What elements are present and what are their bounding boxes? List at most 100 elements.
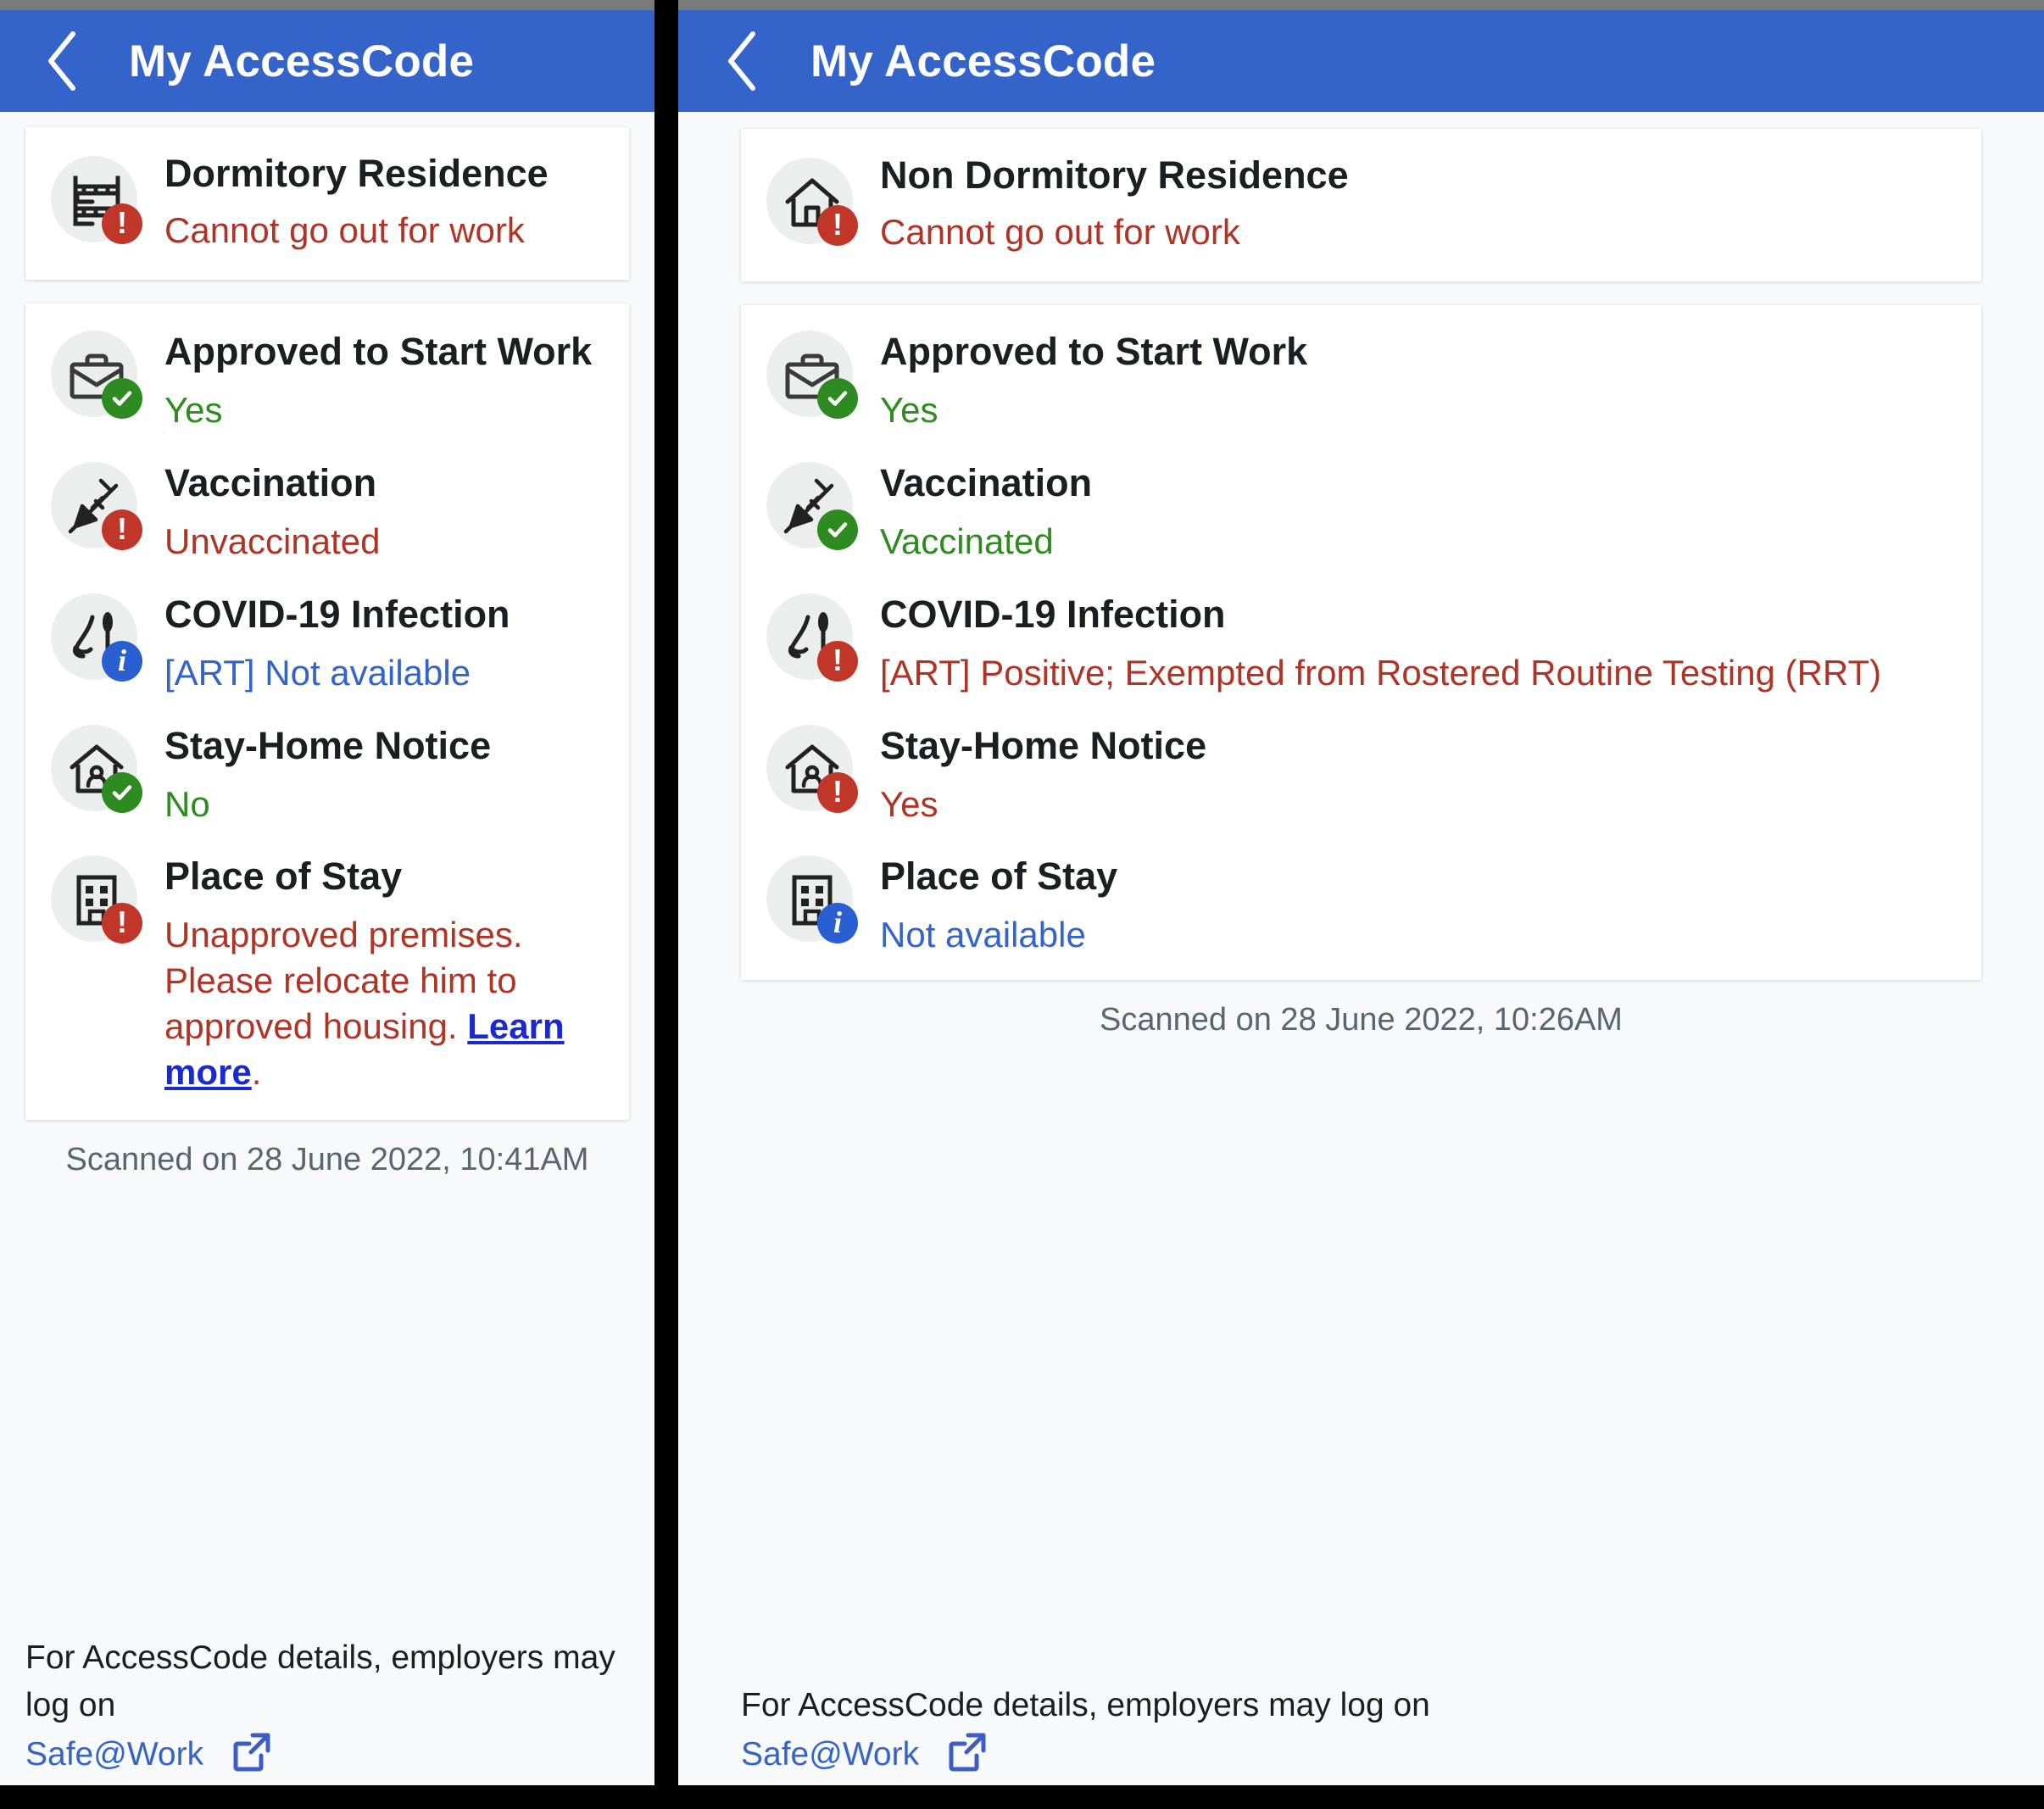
detail-row-place-of-stay: ! Place of Stay Unapproved premises. Ple…: [44, 849, 612, 1094]
residence-card: ! Non Dormitory Residence Cannot go out …: [741, 129, 1981, 281]
covid-icon-wrap: i: [44, 587, 153, 695]
footer-link-line: Safe@Work: [741, 1730, 1981, 1778]
approved-texts: Approved to Start Work Yes: [880, 324, 1964, 433]
stay-home-icon-wrap: [44, 718, 153, 827]
content-area: ! Non Dormitory Residence Cannot go out …: [678, 112, 2044, 1648]
covid-texts: COVID-19 Infection [ART] Positive; Exemp…: [880, 587, 1964, 696]
residence-title: Non Dormitory Residence: [880, 153, 1349, 197]
stay-home-texts: Stay-Home Notice Yes: [880, 718, 1964, 827]
place-of-stay-icon-wrap: i: [760, 849, 868, 957]
footer: For AccessCode details, employers may lo…: [0, 1600, 654, 1785]
page-title: My AccessCode: [810, 36, 1156, 86]
place-of-stay-texts: Place of Stay Unapproved premises. Pleas…: [164, 849, 612, 1094]
detail-value: Unvaccinated: [164, 520, 381, 561]
detail-value: Vaccinated: [880, 520, 1054, 561]
vaccination-icon-wrap: [760, 455, 868, 564]
status-badge-ok: [102, 378, 142, 419]
app-bar: My AccessCode: [678, 10, 2044, 112]
status-badge-info: i: [102, 640, 142, 682]
detail-value: [ART] Not available: [164, 652, 471, 693]
footer-link-line: Safe@Work: [25, 1730, 629, 1778]
vaccination-texts: Vaccination Vaccinated: [880, 455, 1964, 565]
detail-title: Vaccination: [164, 460, 377, 504]
residence-row: ! Non Dormitory Residence Cannot go out …: [760, 151, 1964, 259]
screenshot-divider: [654, 0, 678, 1809]
residence-card: ! Dormitory Residence Cannot go out for …: [25, 127, 629, 280]
residence-texts: Non Dormitory Residence Cannot go out fo…: [880, 151, 1964, 255]
external-link-icon[interactable]: [944, 1730, 989, 1778]
safe-at-work-link[interactable]: Safe@Work: [741, 1736, 919, 1773]
detail-row-place-of-stay: i Place of Stay Not available: [760, 849, 1964, 958]
stay-home-texts: Stay-Home Notice No: [164, 718, 612, 827]
detail-row-vaccination: ! Vaccination Unvaccinated: [44, 455, 612, 565]
footer-text: For AccessCode details, employers may lo…: [25, 1639, 615, 1723]
status-bar: [0, 0, 654, 10]
scanned-timestamp: Scanned on 28 June 2022, 10:41AM: [65, 1142, 589, 1178]
status-badge-ok: [817, 378, 858, 419]
app-bar: My AccessCode: [0, 10, 654, 112]
detail-row-covid-19-infection: ! COVID-19 Infection [ART] Positive; Exe…: [760, 587, 1964, 696]
detail-value: No: [164, 783, 210, 824]
details-card: Approved to Start Work Yes: [25, 303, 629, 1121]
detail-title: Place of Stay: [880, 854, 1118, 899]
residence-value: Cannot go out for work: [880, 212, 1240, 253]
back-button[interactable]: [722, 31, 773, 91]
covid-texts: COVID-19 Infection [ART] Not available: [164, 587, 612, 696]
approved-icon-wrap: [44, 324, 153, 432]
vaccination-icon-wrap: !: [44, 455, 153, 564]
back-button[interactable]: [42, 31, 93, 91]
detail-title: Place of Stay: [164, 854, 403, 899]
detail-row-approved-to-start-work: Approved to Start Work Yes: [760, 324, 1964, 433]
approved-texts: Approved to Start Work Yes: [164, 324, 612, 433]
status-badge-alert: !: [817, 640, 858, 682]
detail-row-approved-to-start-work: Approved to Start Work Yes: [44, 324, 612, 433]
detail-title: COVID-19 Infection: [164, 592, 510, 636]
place-of-stay-texts: Place of Stay Not available: [880, 849, 1964, 958]
external-link-icon[interactable]: [229, 1730, 273, 1778]
status-badge-alert: !: [102, 903, 142, 944]
residence-texts: Dormitory Residence Cannot go out for wo…: [164, 149, 612, 253]
chevron-left-icon: [42, 29, 81, 93]
vaccination-texts: Vaccination Unvaccinated: [164, 455, 612, 565]
status-bar: [678, 0, 2044, 10]
detail-row-vaccination: Vaccination Vaccinated: [760, 455, 1964, 565]
covid-icon-wrap: !: [760, 587, 868, 695]
bottom-bar: [678, 1785, 2044, 1809]
detail-title: Stay-Home Notice: [880, 723, 1207, 767]
detail-value-wrap: Unapproved premises. Please relocate him…: [164, 912, 612, 1094]
residence-icon-wrap: !: [44, 149, 153, 258]
status-badge-ok: [817, 509, 858, 550]
detail-value: Not available: [880, 915, 1086, 955]
detail-value: Yes: [880, 783, 938, 824]
detail-row-stay-home-notice: Stay-Home Notice No: [44, 718, 612, 827]
safe-at-work-link[interactable]: Safe@Work: [25, 1736, 203, 1773]
approved-icon-wrap: [760, 324, 868, 432]
footer: For AccessCode details, employers may lo…: [678, 1647, 2044, 1785]
content-area: ! Dormitory Residence Cannot go out for …: [0, 112, 654, 1601]
detail-title: Vaccination: [880, 460, 1093, 504]
detail-title: COVID-19 Infection: [880, 592, 1226, 636]
detail-value: [ART] Positive; Exempted from Rostered R…: [880, 652, 1882, 693]
scanned-timestamp: Scanned on 28 June 2022, 10:26AM: [1100, 1002, 1623, 1038]
status-badge-alert: !: [102, 203, 142, 244]
status-badge-alert: !: [102, 509, 142, 550]
details-card: Approved to Start Work Yes: [741, 305, 1981, 981]
detail-value: Yes: [164, 390, 223, 431]
chevron-left-icon: [722, 29, 761, 93]
status-badge-info: i: [817, 903, 858, 944]
residence-row: ! Dormitory Residence Cannot go out for …: [44, 149, 612, 258]
stay-home-icon-wrap: !: [760, 718, 868, 827]
detail-row-stay-home-notice: ! Stay-Home Notice Yes: [760, 718, 1964, 827]
footer-text: For AccessCode details, employers may lo…: [741, 1686, 1430, 1723]
residence-icon-wrap: !: [760, 151, 868, 259]
detail-title: Stay-Home Notice: [164, 723, 492, 767]
page-title: My AccessCode: [129, 36, 475, 86]
status-badge-alert: !: [817, 771, 858, 813]
detail-row-covid-19-infection: i COVID-19 Infection [ART] Not available: [44, 587, 612, 696]
status-badge-alert: !: [817, 205, 858, 246]
phone-screen-left: My AccessCode ! Dormitory Residence Cann…: [0, 0, 654, 1809]
bottom-bar: [0, 1785, 654, 1809]
status-badge-ok: [102, 771, 142, 813]
place-of-stay-icon-wrap: !: [44, 849, 153, 957]
detail-value: Yes: [880, 390, 938, 431]
